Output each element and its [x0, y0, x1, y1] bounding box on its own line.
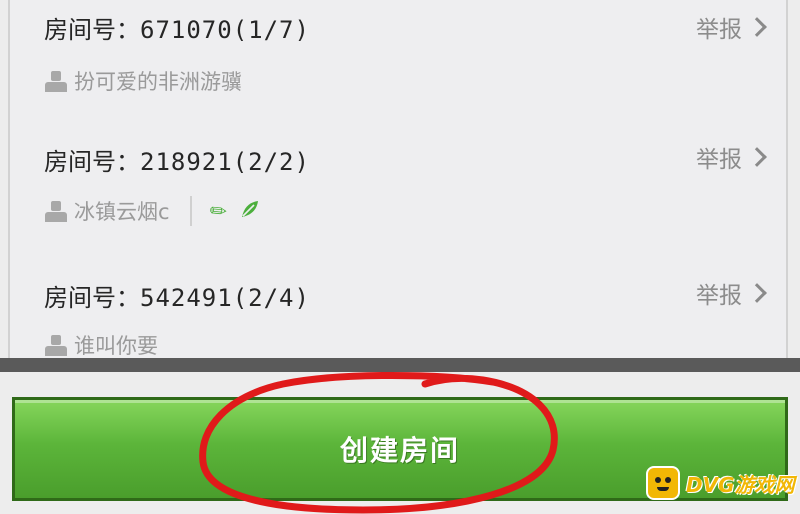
badge-separator	[189, 196, 192, 226]
room-owner: 扮可爱的非洲游骥	[44, 66, 242, 96]
room-title-prefix: 房间号：	[44, 284, 140, 312]
report-button[interactable]: 举报	[696, 276, 767, 310]
room-occupancy: (1/7)	[232, 16, 310, 44]
create-room-label: 创建房间	[339, 434, 460, 467]
room-owner: 谁叫你要	[44, 330, 158, 358]
room-occupancy: (2/2)	[232, 148, 310, 176]
owner-name: 扮可爱的非洲游骥	[74, 70, 242, 94]
room-row[interactable]: 房间号：542491(2/4) 举报 谁叫你要	[10, 272, 786, 358]
room-title-prefix: 房间号：	[44, 148, 140, 176]
report-button[interactable]: 举报	[696, 10, 767, 44]
watermark: DVG游戏网	[646, 466, 795, 500]
report-label: 举报	[696, 17, 742, 43]
room-owner: 冰镇云烟c ✎	[44, 196, 260, 226]
chevron-right-icon	[747, 283, 767, 303]
room-row[interactable]: 房间号：218921(2/2) 举报 冰镇云烟c ✎	[10, 136, 786, 272]
room-number: 671070	[140, 16, 233, 44]
chevron-right-icon	[747, 147, 767, 167]
owner-name: 冰镇云烟c	[74, 200, 170, 224]
user-icon	[44, 70, 68, 92]
room-title: 房间号：671070(1/7)	[44, 10, 310, 45]
report-button[interactable]: 举报	[696, 140, 767, 174]
watermark-text: DVG游戏网	[686, 472, 795, 497]
room-number: 542491	[140, 284, 233, 312]
report-label: 举报	[696, 283, 742, 309]
pencil-icon: ✎	[203, 196, 233, 226]
gamepad-logo-icon	[646, 466, 680, 500]
room-title: 房间号：218921(2/2)	[44, 142, 310, 177]
user-icon	[44, 334, 68, 356]
user-icon	[44, 200, 68, 222]
room-row[interactable]: 房间号：671070(1/7) 举报 扮可爱的非洲游骥	[10, 0, 786, 136]
room-title-prefix: 房间号：	[44, 16, 140, 44]
leaf-icon	[240, 199, 260, 224]
room-occupancy: (2/4)	[232, 284, 310, 312]
chevron-right-icon	[747, 17, 767, 37]
room-number: 218921	[140, 148, 233, 176]
report-label: 举报	[696, 147, 742, 173]
list-bottom-divider	[0, 358, 800, 372]
owner-name: 谁叫你要	[74, 334, 158, 358]
room-title: 房间号：542491(2/4)	[44, 278, 310, 313]
room-list: 房间号：671070(1/7) 举报 扮可爱的非洲游骥 房间号：218921(2…	[8, 0, 788, 358]
